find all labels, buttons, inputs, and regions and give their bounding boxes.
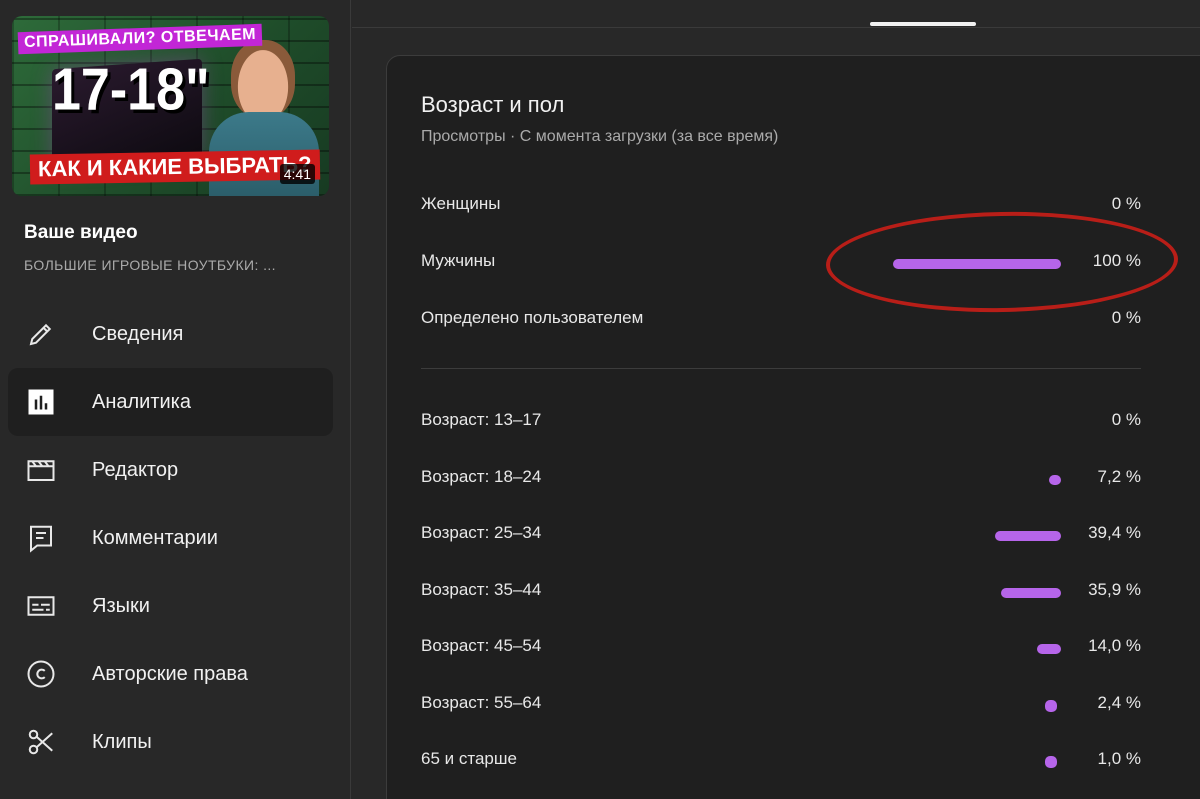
subtitles-icon <box>24 589 58 623</box>
thumbnail-person-head <box>231 40 295 118</box>
video-subtitle[interactable]: БОЛЬШИЕ ИГРОВЫЕ НОУТБУКИ: ... <box>24 257 334 273</box>
tab-reach[interactable] <box>652 0 812 6</box>
sidebar-item-label: Комментарии <box>92 526 218 549</box>
row-bar <box>1049 474 1061 485</box>
card-subtitle: Просмотры · С момента загрузки (за все в… <box>421 128 779 145</box>
sidebar-item-label: Сведения <box>92 322 184 345</box>
row-value: 39,4 % <box>1088 523 1141 542</box>
sidebar-item-details[interactable]: Сведения <box>8 300 333 368</box>
comment-icon <box>24 521 58 555</box>
row-value: 14,0 % <box>1088 636 1141 655</box>
row-value: 0 % <box>1111 308 1141 327</box>
thumbnail-tag-bottom: КАК И КАКИЕ ВЫБРАТЬ? <box>29 149 320 185</box>
card-title: Возраст и пол <box>421 92 565 117</box>
row-label: Возраст: 18–24 <box>421 466 542 486</box>
row-bar <box>1037 644 1061 654</box>
table-row: Возраст: 45–54 14,0 % <box>421 636 1141 660</box>
sidebar-nav: Сведения Аналитика Редактор Комментарии … <box>8 300 333 776</box>
tab-overview[interactable] <box>396 0 556 6</box>
row-value: 0 % <box>1111 194 1141 213</box>
video-thumbnail[interactable]: СПРАШИВАЛИ? ОТВЕЧАЕМ 17-18" КАК И КАКИЕ … <box>12 16 329 196</box>
row-bar <box>1045 756 1057 768</box>
sidebar-item-copyright[interactable]: Авторские права <box>8 640 333 708</box>
sidebar: СПРАШИВАЛИ? ОТВЕЧАЕМ 17-18" КАК И КАКИЕ … <box>0 0 351 799</box>
sidebar-item-languages[interactable]: Языки <box>8 572 333 640</box>
row-value: 2,4 % <box>1097 692 1141 712</box>
row-label: Возраст: 35–44 <box>421 579 542 599</box>
sidebar-item-label: Клипы <box>92 730 152 753</box>
table-row: Возраст: 18–24 7,2 % <box>421 467 1141 491</box>
video-title: Ваше видео <box>24 222 138 243</box>
thumbnail-big-text: 17-18" <box>52 56 210 124</box>
active-tab-indicator <box>870 22 976 26</box>
sidebar-item-comments[interactable]: Комментарии <box>8 504 333 572</box>
row-value: 35,9 % <box>1088 579 1141 599</box>
analytics-tabs <box>352 0 1200 28</box>
sidebar-item-label: Аналитика <box>92 390 191 413</box>
row-bar <box>1045 699 1057 712</box>
row-label: Возраст: 13–17 <box>421 410 542 429</box>
tab-revenue[interactable] <box>1012 0 1112 6</box>
copyright-icon <box>24 657 58 691</box>
age-gender-card: Возраст и пол Просмотры · С момента загр… <box>386 55 1200 799</box>
scissors-icon <box>24 725 58 759</box>
row-label: Женщины <box>421 194 501 213</box>
row-label: Определено пользователем <box>421 308 644 327</box>
sidebar-item-label: Редактор <box>92 458 179 481</box>
video-duration: 4:41 <box>279 164 315 184</box>
row-value: 7,2 % <box>1097 466 1141 486</box>
pencil-icon <box>24 317 58 351</box>
row-bar <box>1001 587 1061 598</box>
row-label: 65 и старше <box>421 749 517 768</box>
tab-audience[interactable] <box>872 0 972 6</box>
table-row: Возраст: 55–64 2,4 % <box>421 693 1141 717</box>
table-row: 65 и старше 1,0 % <box>421 749 1141 773</box>
sidebar-item-label: Авторские права <box>92 662 248 685</box>
table-row: Определено пользователем 0 % <box>421 308 1141 332</box>
row-label: Возраст: 55–64 <box>421 692 542 712</box>
row-bar <box>995 531 1061 541</box>
row-value: 0 % <box>1111 410 1141 429</box>
table-row: Возраст: 25–34 39,4 % <box>421 523 1141 547</box>
sidebar-item-editor[interactable]: Редактор <box>8 436 333 504</box>
divider <box>421 368 1141 369</box>
row-value: 1,0 % <box>1097 749 1141 768</box>
sidebar-item-analytics[interactable]: Аналитика <box>8 368 333 436</box>
analytics-icon <box>24 385 58 419</box>
clapperboard-icon <box>24 453 58 487</box>
row-label: Возраст: 25–34 <box>421 523 542 542</box>
sidebar-item-clips[interactable]: Клипы <box>8 708 333 776</box>
row-label: Возраст: 45–54 <box>421 636 542 655</box>
table-row: Возраст: 35–44 35,9 % <box>421 580 1141 604</box>
row-label: Мужчины <box>421 251 496 270</box>
sidebar-item-label: Языки <box>92 594 150 617</box>
table-row: Возраст: 13–17 0 % <box>421 410 1141 434</box>
